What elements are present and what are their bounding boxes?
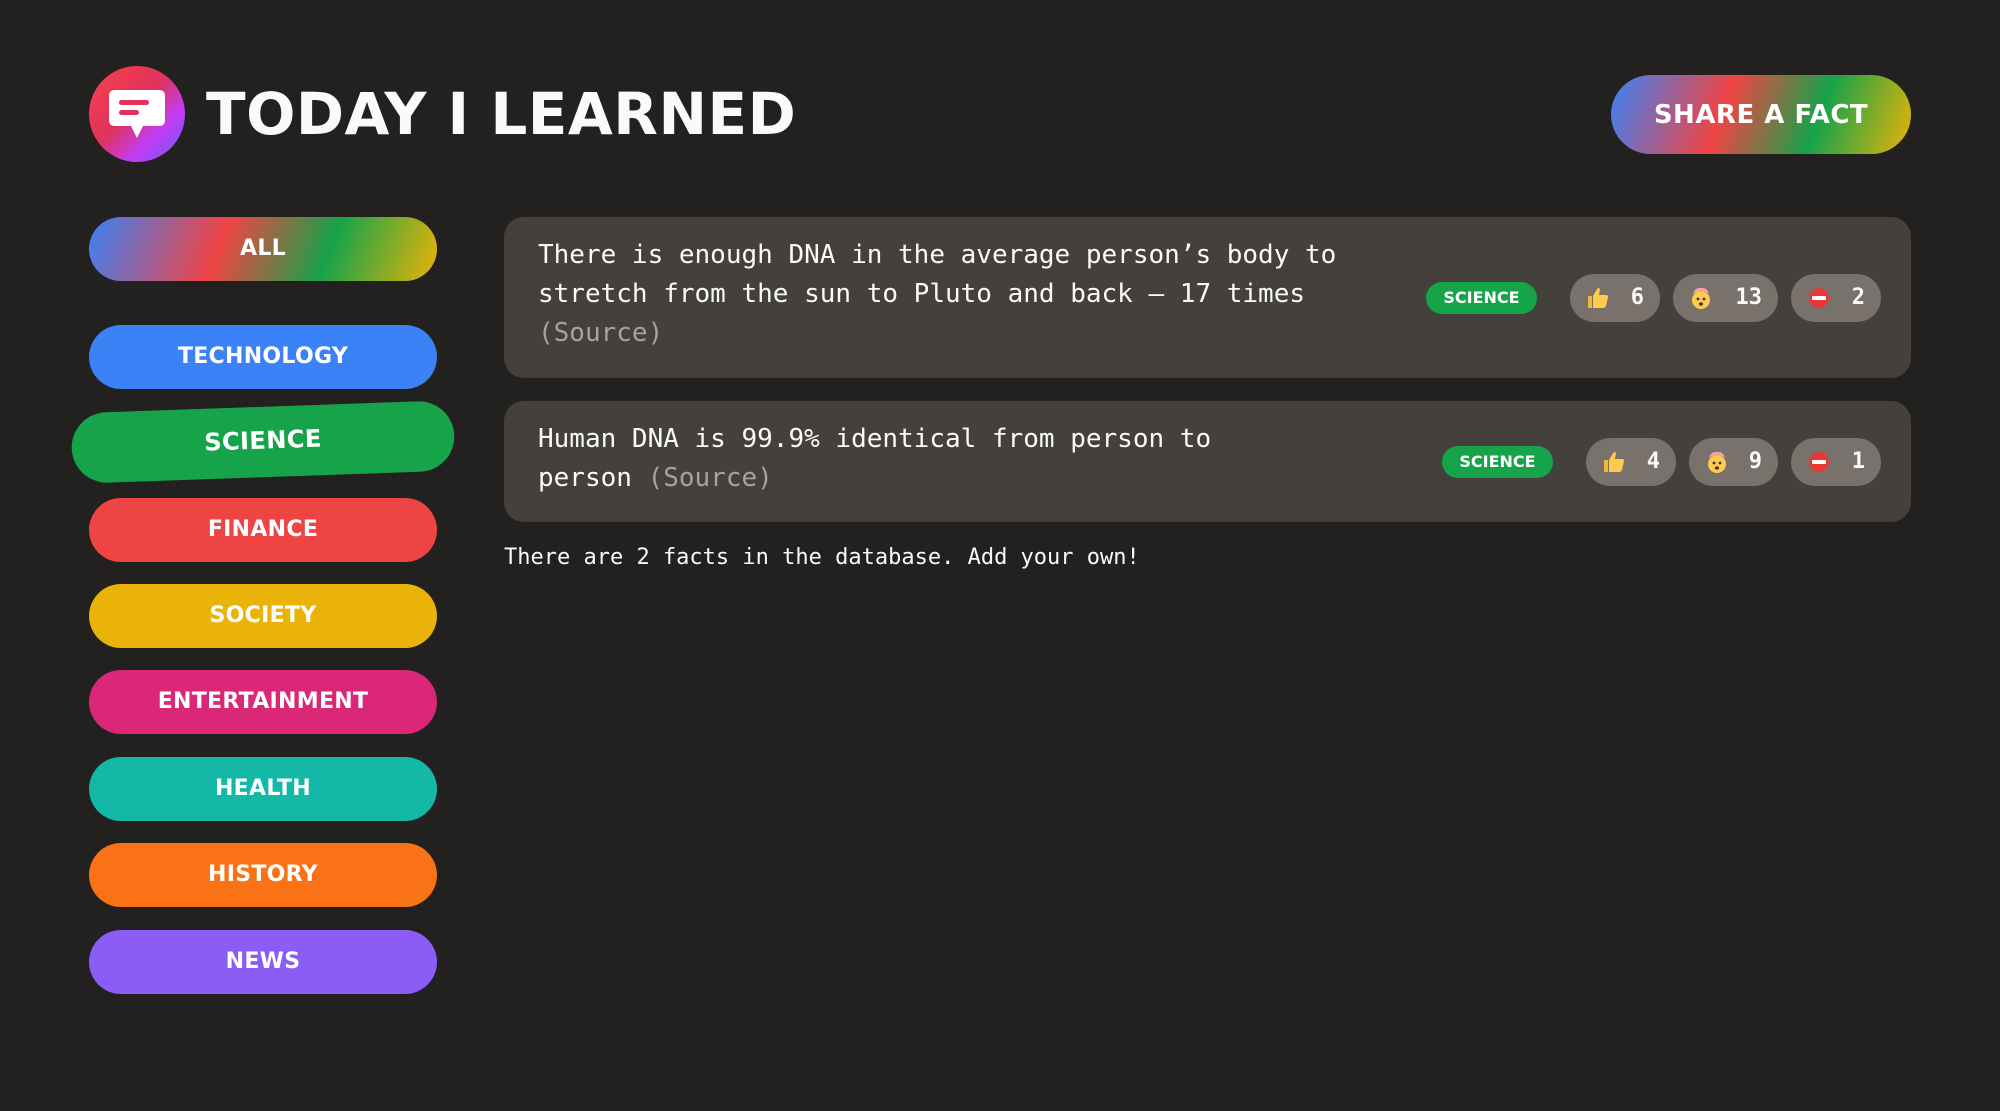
vote-count: 1 — [1851, 449, 1865, 474]
vote-mindblowing-button[interactable]: 13 — [1673, 274, 1778, 322]
category-finance-button[interactable]: FINANCE — [89, 498, 437, 562]
vote-count: 9 — [1748, 449, 1762, 474]
vote-mindblowing-button[interactable]: 9 — [1689, 438, 1778, 486]
vote-count: 2 — [1851, 285, 1865, 310]
vote-count: 13 — [1735, 285, 1763, 310]
vote-false-button[interactable]: 1 — [1791, 438, 1881, 486]
fact-card: There is enough DNA in the average perso… — [504, 217, 1911, 378]
vote-interesting-button[interactable]: 6 — [1570, 274, 1660, 322]
vote-count: 6 — [1630, 285, 1644, 310]
category-history-button[interactable]: HISTORY — [89, 843, 437, 907]
fact-source-link[interactable]: (Source) — [648, 463, 773, 493]
category-science-button[interactable]: SCIENCE — [70, 400, 456, 484]
category-tag: SCIENCE — [1442, 446, 1553, 478]
fact-statement: Human DNA is 99.9% identical from person… — [538, 424, 1212, 493]
fact-card: Human DNA is 99.9% identical from person… — [504, 401, 1911, 522]
header: TODAY I LEARNED SHARE A FACT — [89, 66, 1911, 162]
vote-false-button[interactable]: 2 — [1791, 274, 1881, 322]
category-society-button[interactable]: SOCIETY — [89, 584, 437, 648]
app-title: TODAY I LEARNED — [206, 80, 797, 148]
fact-text: There is enough DNA in the average perso… — [538, 236, 1388, 353]
category-all-button[interactable]: ALL — [89, 217, 437, 281]
category-health-button[interactable]: HEALTH — [89, 757, 437, 821]
vote-interesting-button[interactable]: 4 — [1586, 438, 1676, 486]
speech-bubble-icon — [109, 90, 165, 138]
thumbs-up-icon — [1588, 288, 1608, 308]
fact-source-link[interactable]: (Source) — [538, 318, 663, 348]
category-technology-button[interactable]: TECHNOLOGY — [89, 325, 437, 389]
mind-blown-icon — [1708, 451, 1726, 473]
category-news-button[interactable]: NEWS — [89, 930, 437, 994]
share-fact-button[interactable]: SHARE A FACT — [1611, 75, 1911, 154]
no-entry-icon — [1809, 452, 1829, 472]
facts-count-text: There are 2 facts in the database. Add y… — [504, 545, 1140, 570]
fact-statement: There is enough DNA in the average perso… — [538, 240, 1337, 309]
vote-count: 4 — [1646, 449, 1660, 474]
fact-text: Human DNA is 99.9% identical from person… — [538, 420, 1298, 498]
category-entertainment-button[interactable]: ENTERTAINMENT — [89, 670, 437, 734]
thumbs-up-icon — [1604, 452, 1624, 472]
category-tag: SCIENCE — [1426, 282, 1537, 314]
logo — [89, 66, 185, 162]
mind-blown-icon — [1692, 287, 1710, 309]
no-entry-icon — [1809, 288, 1829, 308]
